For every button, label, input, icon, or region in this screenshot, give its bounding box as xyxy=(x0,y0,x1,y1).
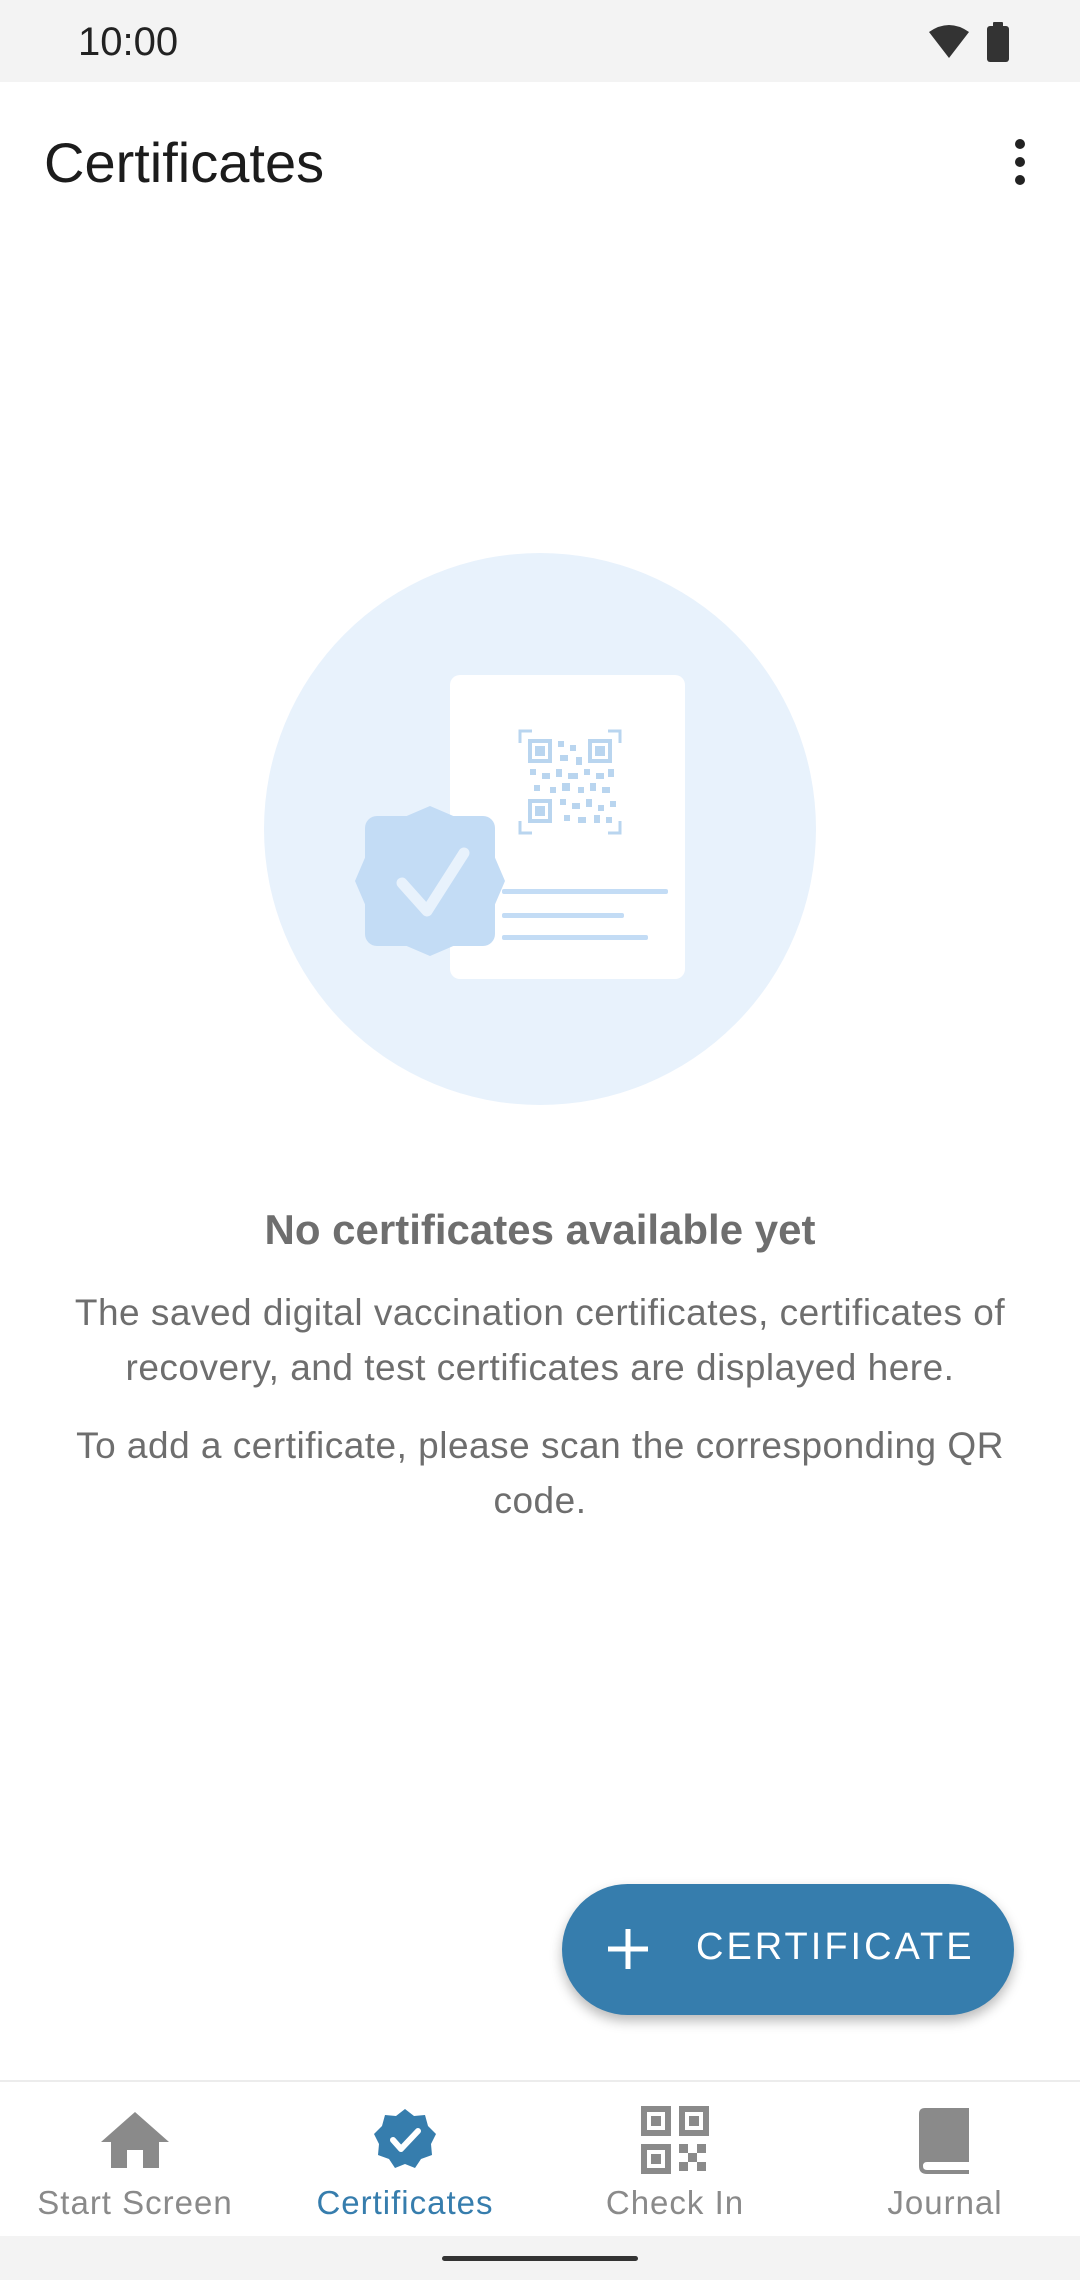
nav-item-journal[interactable]: Journal xyxy=(810,2082,1080,2238)
nav-item-start-screen[interactable]: Start Screen xyxy=(0,2082,270,2238)
certificate-qr-illustration xyxy=(264,553,816,1105)
book-icon xyxy=(909,2104,981,2176)
wifi-icon xyxy=(928,24,970,65)
battery-icon xyxy=(986,22,1010,67)
status-bar: 10:00 xyxy=(0,0,1080,82)
bottom-navigation: Start Screen Certificates Check In Journ… xyxy=(0,2080,1080,2238)
nav-item-check-in[interactable]: Check In xyxy=(540,2082,810,2238)
status-icons xyxy=(928,22,1010,67)
app-bar: Certificates xyxy=(0,82,1080,242)
nav-label: Check In xyxy=(605,2184,745,2221)
page-title: Certificates xyxy=(44,131,325,194)
screen: 10:00 Certificates No certificates avail… xyxy=(0,0,1080,2280)
gesture-area xyxy=(0,2236,1080,2280)
add-certificate-label: CERTIFICATE xyxy=(696,1926,975,1968)
gesture-handle[interactable] xyxy=(442,2256,638,2261)
verified-badge-icon xyxy=(369,2104,441,2176)
nav-label: Start Screen xyxy=(37,2184,233,2221)
nav-label: Certificates xyxy=(316,2184,494,2221)
more-vert-icon[interactable] xyxy=(990,124,1050,200)
status-time: 10:00 xyxy=(78,20,179,64)
add-certificate-button[interactable]: CERTIFICATE xyxy=(562,1884,1014,2015)
empty-state-title: No certificates available yet xyxy=(264,1206,816,1253)
nav-label: Journal xyxy=(887,2184,1003,2221)
empty-state-description: The saved digital vaccination certificat… xyxy=(74,1292,1006,1388)
nav-item-certificates[interactable]: Certificates xyxy=(270,2082,540,2238)
plus-icon xyxy=(606,1927,650,1971)
qr-code-icon xyxy=(639,2104,711,2176)
empty-state-hint: To add a certificate, please scan the co… xyxy=(76,1425,1004,1521)
home-icon xyxy=(99,2104,171,2176)
